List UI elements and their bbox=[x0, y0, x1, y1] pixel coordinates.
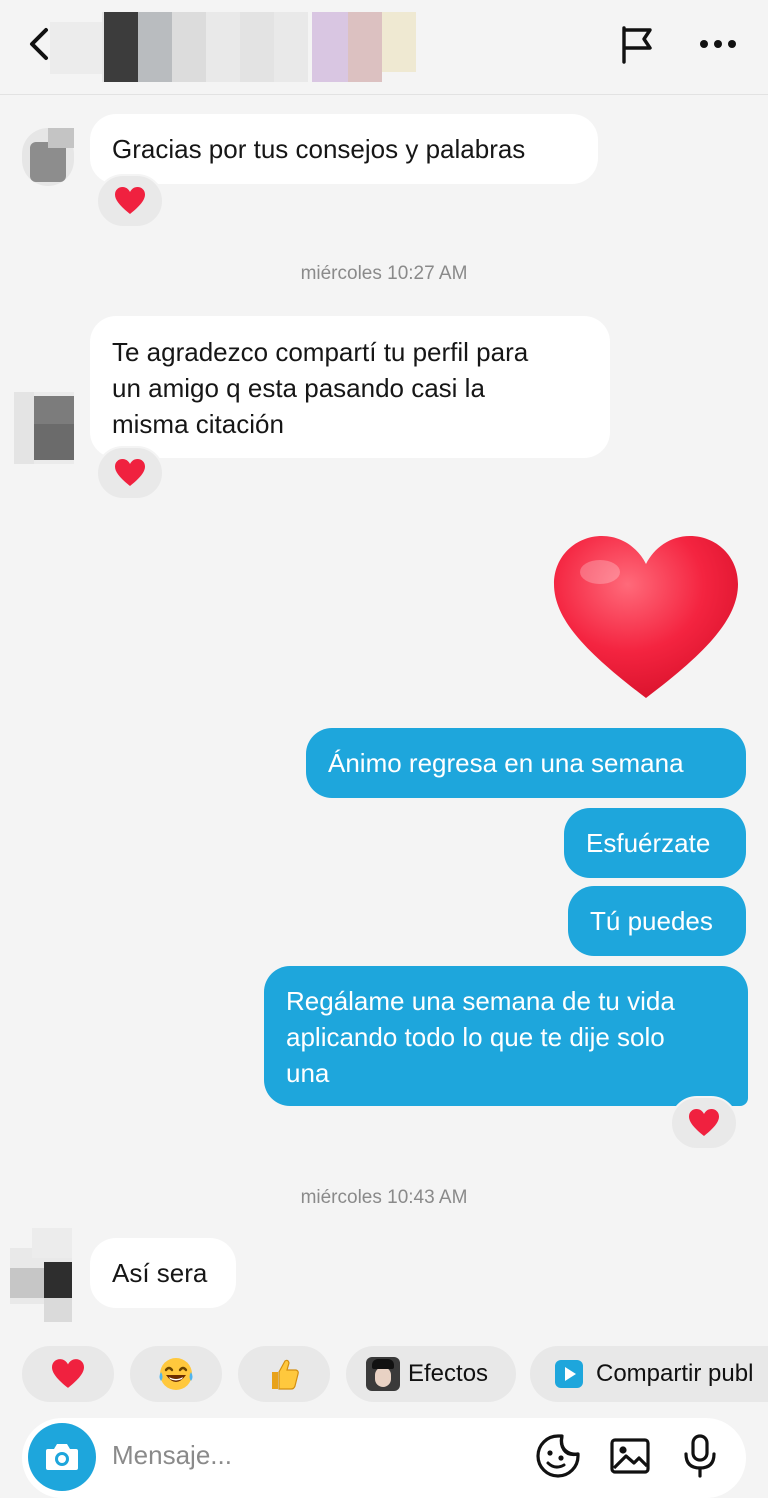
contact-name-redacted[interactable] bbox=[50, 12, 420, 84]
contact-avatar[interactable] bbox=[10, 1228, 72, 1322]
message-text-line: misma citación bbox=[112, 409, 284, 439]
red-heart-icon bbox=[689, 1109, 719, 1136]
tears-of-joy-icon bbox=[159, 1358, 193, 1390]
voice-message-button[interactable] bbox=[676, 1432, 724, 1480]
contact-avatar[interactable] bbox=[14, 392, 74, 464]
message-text: Gracias por tus consejos y palabras bbox=[112, 134, 526, 164]
message-text: Esfuérzate bbox=[586, 828, 711, 858]
outgoing-message[interactable]: Tú puedes bbox=[568, 886, 746, 956]
quick-reaction-heart[interactable] bbox=[22, 1346, 114, 1402]
share-post-label: Compartir publ bbox=[596, 1360, 754, 1387]
thumbs-up-icon bbox=[272, 1359, 299, 1390]
outgoing-message[interactable]: Ánimo regresa en una semana bbox=[306, 728, 746, 798]
share-post-button[interactable]: Compartir publ bbox=[530, 1346, 768, 1402]
incoming-message[interactable]: Gracias por tus consejos y palabras bbox=[90, 114, 598, 184]
red-heart-icon bbox=[115, 459, 145, 486]
red-heart-icon bbox=[115, 187, 145, 214]
flag-icon bbox=[622, 26, 652, 64]
gallery-button[interactable] bbox=[606, 1432, 654, 1480]
effects-thumbnail bbox=[366, 1357, 400, 1391]
image-icon bbox=[610, 1438, 650, 1474]
sticker-button[interactable] bbox=[534, 1432, 582, 1480]
timestamp: miércoles 10:27 AM bbox=[300, 263, 468, 284]
message-text: Ánimo regresa en una semana bbox=[328, 748, 684, 778]
message-reaction[interactable] bbox=[96, 174, 164, 228]
play-video-icon bbox=[555, 1360, 583, 1388]
message-text-line: Regálame una semana de tu vida bbox=[286, 986, 675, 1016]
report-flag-button[interactable] bbox=[614, 22, 660, 66]
microphone-icon bbox=[684, 1434, 716, 1478]
timestamp: miércoles 10:43 AM bbox=[300, 1187, 468, 1208]
contact-avatar[interactable] bbox=[22, 128, 74, 186]
effects-button[interactable]: Efectos bbox=[346, 1346, 516, 1402]
effects-label: Efectos bbox=[408, 1360, 489, 1387]
big-heart-icon bbox=[554, 536, 738, 698]
incoming-message[interactable]: Así sera bbox=[90, 1238, 236, 1308]
message-input[interactable] bbox=[110, 1432, 514, 1478]
incoming-message[interactable]: Te agradezco compartí tu perfil para un … bbox=[90, 316, 610, 458]
red-heart-icon bbox=[52, 1359, 84, 1388]
message-text: Así sera bbox=[112, 1258, 208, 1288]
message-text-line: un amigo q esta pasando casi la bbox=[112, 373, 485, 403]
message-reaction[interactable] bbox=[96, 446, 164, 500]
more-options-button[interactable] bbox=[694, 22, 742, 66]
outgoing-message[interactable]: Esfuérzate bbox=[564, 808, 746, 878]
message-reaction[interactable] bbox=[670, 1096, 738, 1150]
message-text-line: aplicando todo lo que te dije solo bbox=[286, 1022, 665, 1052]
sticker-icon bbox=[536, 1434, 580, 1478]
quick-reaction-thumbs-up[interactable] bbox=[238, 1346, 330, 1402]
more-horizontal-icon bbox=[700, 40, 736, 48]
heart-sticker-message[interactable] bbox=[548, 532, 744, 704]
message-text-line: una bbox=[286, 1058, 330, 1088]
message-text-line: Te agradezco compartí tu perfil para bbox=[112, 337, 529, 367]
message-text: Tú puedes bbox=[590, 906, 713, 936]
outgoing-message[interactable]: Regálame una semana de tu vida aplicando… bbox=[264, 966, 748, 1106]
quick-reaction-laugh[interactable] bbox=[130, 1346, 222, 1402]
